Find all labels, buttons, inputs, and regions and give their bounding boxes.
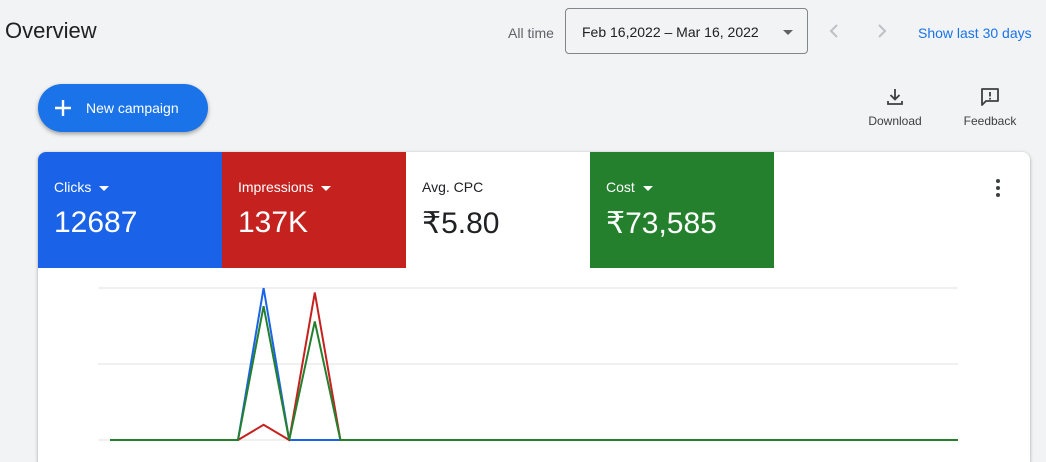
feedback-icon	[981, 88, 999, 106]
dropdown-arrow-icon	[642, 185, 653, 191]
metric-impressions-label: Impressions	[238, 179, 314, 195]
performance-chart	[98, 287, 958, 442]
metric-cost[interactable]: Cost ₹73,585	[590, 152, 774, 268]
page-title: Overview	[5, 18, 97, 43]
chevron-left-icon[interactable]	[822, 19, 846, 43]
metric-clicks-value: 12687	[54, 206, 138, 239]
download-icon	[887, 89, 903, 105]
metric-clicks-label: Clicks	[54, 179, 92, 195]
dropdown-arrow-icon	[321, 185, 332, 191]
metric-cost-label: Cost	[606, 179, 635, 195]
download-label: Download	[868, 114, 922, 128]
metric-impressions-value: 137K	[238, 206, 309, 239]
metric-avg-cpc-header: Avg. CPC	[422, 179, 483, 195]
plus-icon	[55, 100, 71, 116]
range-label: All time	[508, 25, 554, 41]
metric-clicks[interactable]: Clicks 12687	[38, 152, 222, 268]
series-line-2	[110, 306, 958, 441]
chevron-right-icon[interactable]	[870, 19, 894, 43]
metric-clicks-header: Clicks	[54, 179, 110, 195]
dropdown-arrow-icon	[99, 185, 110, 191]
metric-cost-value: ₹73,585	[606, 207, 717, 240]
dropdown-arrow-icon	[783, 30, 793, 35]
show-last-30-days-link[interactable]: Show last 30 days	[918, 25, 1032, 41]
more-vert-icon[interactable]	[988, 176, 1008, 200]
series-line-1	[110, 292, 958, 442]
feedback-label: Feedback	[963, 114, 1017, 128]
metric-avg-cpc[interactable]: Avg. CPC ₹5.80	[406, 152, 590, 268]
metric-avg-cpc-value: ₹5.80	[422, 207, 500, 240]
date-range-picker[interactable]: Feb 16,2022 – Mar 16, 2022	[565, 8, 808, 54]
feedback-button[interactable]: Feedback	[955, 86, 1025, 130]
performance-card: Clicks 12687 Impressions 137K Avg. CPC ₹…	[38, 152, 1030, 462]
metric-impressions[interactable]: Impressions 137K	[222, 152, 406, 268]
date-range-value: Feb 16,2022 – Mar 16, 2022	[582, 24, 759, 40]
new-campaign-label: New campaign	[86, 100, 179, 116]
download-button[interactable]: Download	[860, 86, 930, 130]
metric-avg-cpc-label: Avg. CPC	[422, 179, 484, 195]
metric-impressions-header: Impressions	[238, 179, 332, 195]
metric-cost-header: Cost	[606, 179, 653, 195]
new-campaign-button[interactable]: New campaign	[38, 84, 208, 132]
